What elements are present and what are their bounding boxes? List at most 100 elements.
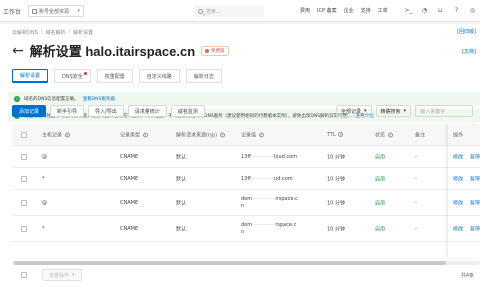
col-ttl[interactable]: TTL ? (327, 131, 344, 138)
actions-cell: 修改 暂停 (448, 146, 480, 168)
resource-group-icon (32, 8, 37, 14)
row-type: CNAME (120, 225, 139, 232)
doc-link[interactable]: [文档] (462, 48, 476, 55)
notice-dns-ok: ✓ 域名的DNS信息配置正确。 查看DNS服务器 (8, 92, 480, 105)
notice-link[interactable]: 查看DNS服务器 (83, 96, 115, 102)
help-icon[interactable]: ? (451, 5, 462, 16)
search-mode-select[interactable]: 精确搜索 ▾ (375, 105, 412, 117)
beginner-guide-button[interactable]: 新手引导 (50, 105, 85, 117)
value-start: dom (241, 221, 253, 228)
row-status: 启用 (375, 154, 386, 160)
col-isp[interactable]: 解析请求来源(isp) ? (176, 131, 225, 138)
select-all-checkbox[interactable] (21, 131, 27, 138)
value-line2: n (241, 228, 245, 235)
global-search-input[interactable]: 搜索... (194, 5, 264, 17)
row-checkbox[interactable] (21, 175, 27, 182)
pause-link[interactable]: 暂停 (470, 175, 480, 182)
row-note: - (415, 225, 417, 232)
tab-bar: 解析设置 DNS安全 权重配置 自定义线路 解析日志 (12, 69, 222, 83)
tab-weight-config[interactable]: 权重配置 (96, 69, 133, 83)
tab-label: DNS安全 (62, 73, 83, 80)
value-end: ud.com (274, 175, 293, 182)
row-type: CNAME (120, 199, 139, 206)
horizontal-scrollbar[interactable] (12, 261, 480, 265)
record-filter-select[interactable]: 全部记录 ▾ (336, 105, 372, 117)
col-value[interactable]: 记录值 ? (241, 131, 264, 138)
value-redacted: ·················· (252, 195, 276, 202)
row-isp: 默认 (176, 226, 187, 232)
value-redacted: ·················· (250, 175, 275, 182)
workbench-logo[interactable]: 工作台 (3, 7, 21, 16)
chevron-down-icon: ▾ (77, 8, 80, 14)
pause-link[interactable]: 暂停 (470, 225, 480, 232)
nav-support[interactable]: 支持 (361, 7, 371, 14)
col-host[interactable]: 主机记录 ? (42, 131, 70, 138)
nav-enterprise[interactable]: 企业 (344, 7, 354, 14)
back-arrow-icon[interactable]: ← (12, 44, 24, 58)
scrollbar-thumb[interactable] (14, 261, 446, 265)
search-mode-label: 精确搜索 (380, 108, 401, 115)
domain-monitor-button[interactable]: 域名监测 (170, 105, 205, 117)
batch-operation-select[interactable]: 批量操作 ▾ (42, 269, 82, 281)
badge-dot-icon (205, 48, 210, 53)
tab-label: 解析设置 (20, 73, 41, 79)
row-host: * (42, 175, 45, 182)
resource-group-select[interactable]: 账号全部资源 ▾ (28, 5, 84, 17)
globe-icon[interactable]: ◎ (467, 5, 478, 16)
keyword-search-input[interactable]: 输入关键字 (415, 105, 474, 117)
value-end: loud.com (274, 153, 298, 160)
actions-cell: 修改 暂停 (448, 216, 480, 242)
add-record-button[interactable]: 添加记录 (12, 105, 47, 117)
value-end: irspace.c (275, 195, 298, 202)
row-host: * (42, 225, 45, 232)
col-note: 备注 (415, 132, 426, 138)
row-value: 13ff··················ud.com (241, 176, 293, 182)
records-table: 主机记录 ? 记录类型 ? 解析请求来源(isp) ? 记录值 ? TTL ? … (12, 124, 480, 242)
title-row: ← 解析设置 halo.itairspace.cn 免费版 (12, 41, 229, 60)
import-export-button[interactable]: 导入/导出 (88, 105, 124, 117)
value-start: 13ff (241, 153, 251, 160)
row-host: @ (42, 199, 47, 206)
top-bar: 工作台 账号全部资源 ▾ 搜索... 费用 ICP 备案 企业 支持 工单 >_… (0, 0, 480, 22)
pause-link[interactable]: 暂停 (470, 199, 480, 206)
request-stats-button[interactable]: 请求量统计 (127, 105, 167, 117)
nav-ticket[interactable]: 工单 (378, 7, 388, 14)
breadcrumb-dns[interactable]: 云解析DNS (12, 29, 38, 36)
pause-link[interactable]: 暂停 (470, 153, 480, 160)
footer-select-all-checkbox[interactable] (21, 272, 27, 278)
tab-custom-lines[interactable]: 自定义线路 (138, 69, 180, 83)
col-status[interactable]: 状态 ? (375, 131, 393, 138)
info-icon: ? (142, 132, 148, 137)
col-type[interactable]: 记录类型 ? (120, 131, 148, 138)
row-host: @ (42, 153, 47, 160)
tab-dns-security[interactable]: DNS安全 (54, 69, 91, 83)
breadcrumb-separator: / (68, 29, 71, 35)
edit-link[interactable]: 修改 (453, 153, 463, 160)
page-title: 解析设置 halo.itairspace.cn (29, 44, 196, 59)
nav-icp[interactable]: ICP 备案 (317, 7, 337, 14)
value-redacted: ·················· (250, 153, 275, 160)
bell-icon[interactable]: ◔ (419, 5, 430, 16)
old-version-link[interactable]: [回旧版] (457, 28, 476, 35)
table-row: @ CNAME 默认 13ff··················loud.co… (12, 146, 480, 168)
row-type: CNAME (120, 153, 139, 160)
col-host-label: 主机记录 (42, 132, 63, 138)
row-note: - (415, 199, 417, 206)
col-isp-label: 解析请求来源(isp) (176, 132, 218, 138)
tab-resolution-settings[interactable]: 解析设置 (12, 69, 49, 83)
new-dot-icon (83, 72, 87, 75)
tab-label: 自定义线路 (146, 73, 172, 80)
tab-resolution-log[interactable]: 解析日志 (185, 69, 222, 83)
cart-icon[interactable]: ⊔ (435, 5, 446, 16)
chevron-down-icon: ▾ (72, 272, 75, 278)
edit-link[interactable]: 修改 (453, 175, 463, 182)
edit-link[interactable]: 修改 (453, 225, 463, 232)
edit-link[interactable]: 修改 (453, 199, 463, 206)
row-checkbox[interactable] (21, 225, 27, 232)
nav-billing[interactable]: 费用 (300, 7, 310, 14)
row-checkbox[interactable] (21, 199, 27, 206)
terminal-icon[interactable]: >_ (403, 5, 414, 16)
row-checkbox[interactable] (21, 153, 27, 160)
top-icons: >_ ◔ ⊔ ? ◎ (403, 5, 480, 16)
breadcrumb-domain-resolution[interactable]: 域名解析 (45, 29, 65, 36)
